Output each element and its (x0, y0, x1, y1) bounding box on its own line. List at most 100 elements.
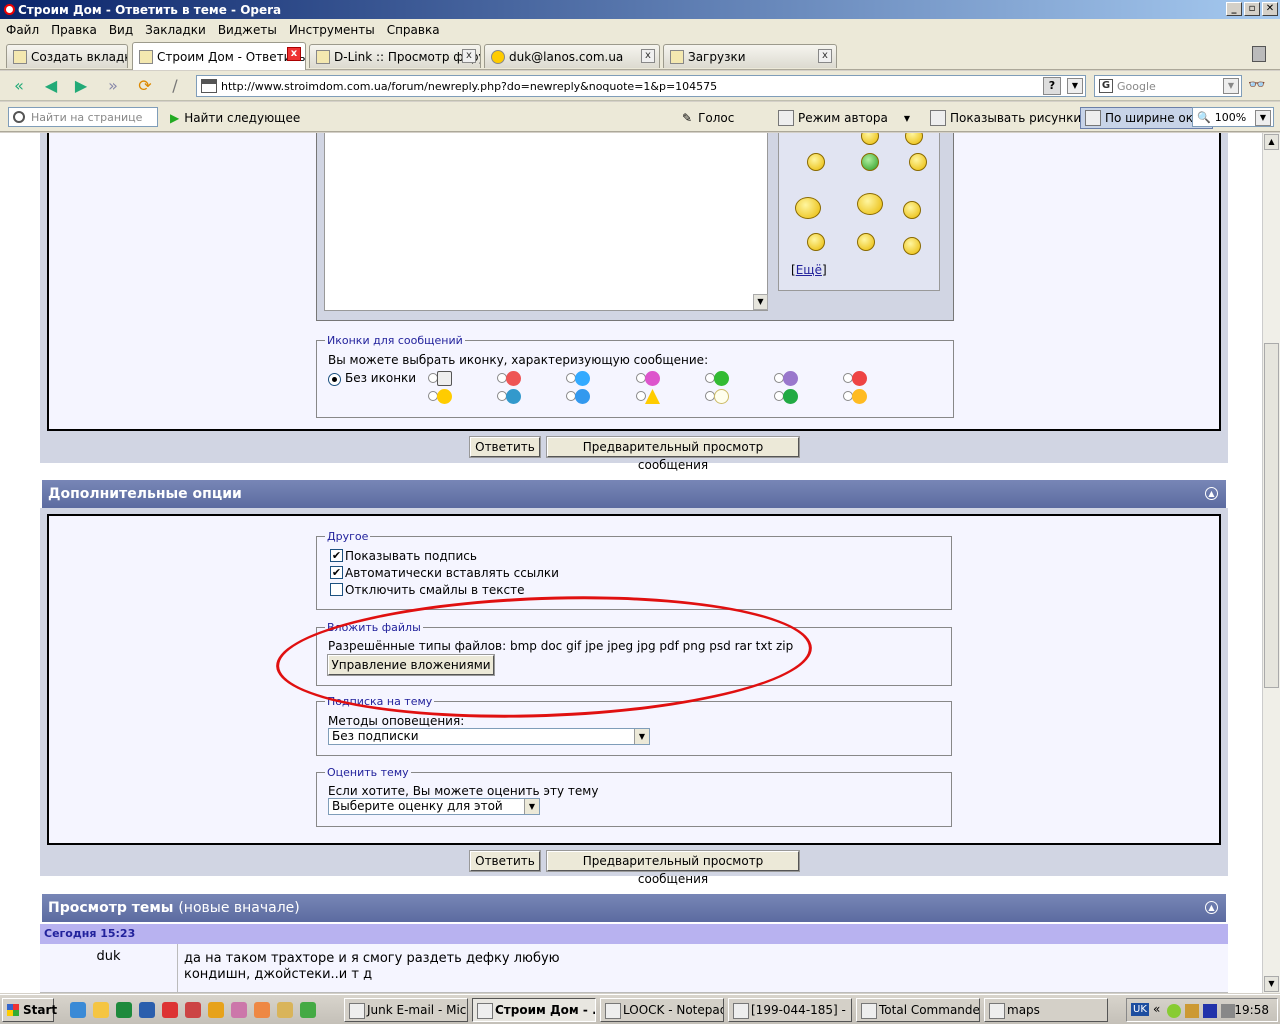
scroll-up-icon[interactable]: ▲ (1264, 134, 1279, 150)
tab-stroimdom[interactable]: Строим Дом - Ответить... x (132, 42, 306, 70)
tray-app-icon[interactable] (1167, 1004, 1181, 1018)
magnifier-icon (13, 111, 25, 123)
site-info-icon[interactable]: ? (1043, 77, 1061, 95)
smiley-cool-icon[interactable] (861, 153, 879, 171)
page-scrollbar[interactable]: ▲ ▼ (1262, 133, 1280, 993)
fast-forward-icon[interactable]: » (102, 75, 124, 97)
tools-icon[interactable] (277, 1002, 293, 1018)
task-opera[interactable]: Строим Дом - ... (472, 998, 596, 1022)
smiley-group-icon[interactable] (795, 197, 821, 219)
smiley-icon[interactable] (903, 201, 921, 219)
glasses-icon[interactable]: 👓 (1248, 77, 1272, 95)
player-icon[interactable] (300, 1002, 316, 1018)
rate-thread-select[interactable]: Выберите оценку для этой темы ▼ (328, 798, 540, 815)
close-window-button[interactable]: ✕ (1262, 2, 1278, 16)
minimize-button[interactable]: _ (1226, 2, 1242, 16)
close-tab-icon[interactable]: x (641, 49, 655, 63)
reply-button-bottom[interactable]: Ответить (469, 850, 541, 872)
menu-file[interactable]: Файл (6, 23, 39, 37)
preview-button-top[interactable]: Предварительный просмотр сообщения (546, 436, 800, 472)
smiley-laugh-icon[interactable] (857, 193, 883, 215)
menu-widgets[interactable]: Виджеты (218, 23, 277, 37)
collapse-icon[interactable]: ▲ (1205, 487, 1218, 500)
find-next-button[interactable]: ▶ Найти следующее (170, 107, 300, 129)
post-text-line2: кондишн, джойстеки..и т д (184, 967, 373, 982)
smiley-icon[interactable] (905, 133, 923, 145)
zoom-select[interactable]: 🔍 100% ▼ (1192, 107, 1274, 127)
forward-icon[interactable]: ▶ (70, 75, 92, 97)
task-total-commander[interactable]: Total Commander... (856, 998, 980, 1022)
opera-quicklaunch-icon[interactable] (162, 1002, 178, 1018)
reload-icon[interactable]: ⟳ (134, 75, 156, 97)
start-button[interactable]: Start (2, 998, 57, 1022)
close-tab-icon[interactable]: x (462, 49, 476, 63)
tab-downloads[interactable]: Загрузки x (663, 44, 837, 68)
reply-button-top[interactable]: Ответить (469, 436, 541, 458)
preview-button-bottom[interactable]: Предварительный просмотр сообщения (546, 850, 800, 886)
menu-edit[interactable]: Правка (51, 23, 97, 37)
media-icon[interactable] (185, 1002, 201, 1018)
edit-icon[interactable]: / (164, 75, 186, 97)
people-icon[interactable] (208, 1002, 224, 1018)
trash-icon[interactable] (1252, 46, 1266, 62)
excel-icon[interactable] (116, 1002, 132, 1018)
task-outlook[interactable]: Junk E-mail - Micr... (344, 998, 468, 1022)
task-ftp[interactable]: [199-044-185] - ... (728, 998, 852, 1022)
ie-icon[interactable] (70, 1002, 86, 1018)
scroll-down-icon[interactable]: ▼ (1264, 976, 1279, 992)
collapse-icon[interactable]: ▲ (1205, 901, 1218, 914)
network-icon[interactable] (1221, 1004, 1235, 1018)
smiley-icon[interactable] (861, 133, 879, 145)
menu-help[interactable]: Справка (387, 23, 440, 37)
message-textarea[interactable]: ▼ (324, 133, 768, 311)
word-icon[interactable] (139, 1002, 155, 1018)
smiley-tab-icon (491, 49, 505, 64)
no-icon-radio[interactable] (328, 373, 341, 386)
chevron-down-icon[interactable]: ▼ (904, 114, 910, 123)
tray-app-icon[interactable] (1185, 1004, 1199, 1018)
close-tab-icon[interactable]: x (287, 47, 301, 61)
new-tab-button[interactable]: Создать вкладку (6, 44, 128, 68)
menu-view[interactable]: Вид (109, 23, 133, 37)
disable-smilies-checkbox[interactable] (330, 583, 343, 596)
back-icon[interactable]: ◀ (40, 75, 62, 97)
scroll-thumb[interactable] (1264, 343, 1279, 688)
task-notepad[interactable]: LOOCK - Notepad (600, 998, 724, 1022)
show-signature-checkbox[interactable]: ✔ (330, 549, 343, 562)
smiley-icon[interactable] (807, 153, 825, 171)
rate-thread-value: Выберите оценку для этой темы (332, 799, 503, 813)
tray-expand-icon[interactable]: « (1153, 1002, 1160, 1016)
more-smilies-link[interactable]: [Ещё] (791, 263, 827, 277)
post-author[interactable]: duk (40, 944, 178, 993)
clock-icon[interactable] (93, 1002, 109, 1018)
tab-mail[interactable]: duk@lanos.com.ua x (484, 44, 660, 68)
search-dropdown-icon[interactable]: ▼ (1223, 78, 1239, 94)
maximize-button[interactable]: ▫ (1244, 2, 1260, 16)
language-indicator[interactable]: UK (1131, 1003, 1149, 1016)
address-dropdown-icon[interactable]: ▼ (1067, 78, 1083, 94)
voice-button[interactable]: ✎ Голос (682, 107, 734, 129)
tab-dlink[interactable]: D-Link :: Просмотр фору... x (309, 44, 481, 68)
tray-player-icon[interactable] (1203, 1004, 1217, 1018)
menu-tools[interactable]: Инструменты (289, 23, 375, 37)
rewind-icon[interactable]: « (8, 75, 30, 97)
app-icon[interactable] (254, 1002, 270, 1018)
task-maps[interactable]: maps (984, 998, 1108, 1022)
address-bar[interactable]: http://www.stroimdom.com.ua/forum/newrep… (196, 75, 1086, 97)
notify-method-select[interactable]: Без подписки ▼ (328, 728, 650, 745)
smiley-icon[interactable] (909, 153, 927, 171)
menu-bookmarks[interactable]: Закладки (145, 23, 206, 37)
zoom-dropdown-icon[interactable]: ▼ (1255, 110, 1271, 126)
smiley-icon[interactable] (903, 237, 921, 255)
smiley-icon[interactable] (807, 233, 825, 251)
app-icon[interactable] (231, 1002, 247, 1018)
search-engine-input[interactable]: G Google ▼ (1094, 75, 1242, 97)
close-tab-icon[interactable]: x (818, 49, 832, 63)
show-images-button[interactable]: Показывать рисунки (930, 107, 1081, 129)
textarea-scroll-down-icon[interactable]: ▼ (753, 294, 768, 310)
auto-links-checkbox[interactable]: ✔ (330, 566, 343, 579)
author-mode-button[interactable]: Режим автора ▼ (778, 107, 910, 129)
find-in-page-input[interactable]: Найти на странице (8, 107, 158, 127)
smiley-icon[interactable] (857, 233, 875, 251)
post-icon-radio[interactable] (636, 391, 646, 401)
